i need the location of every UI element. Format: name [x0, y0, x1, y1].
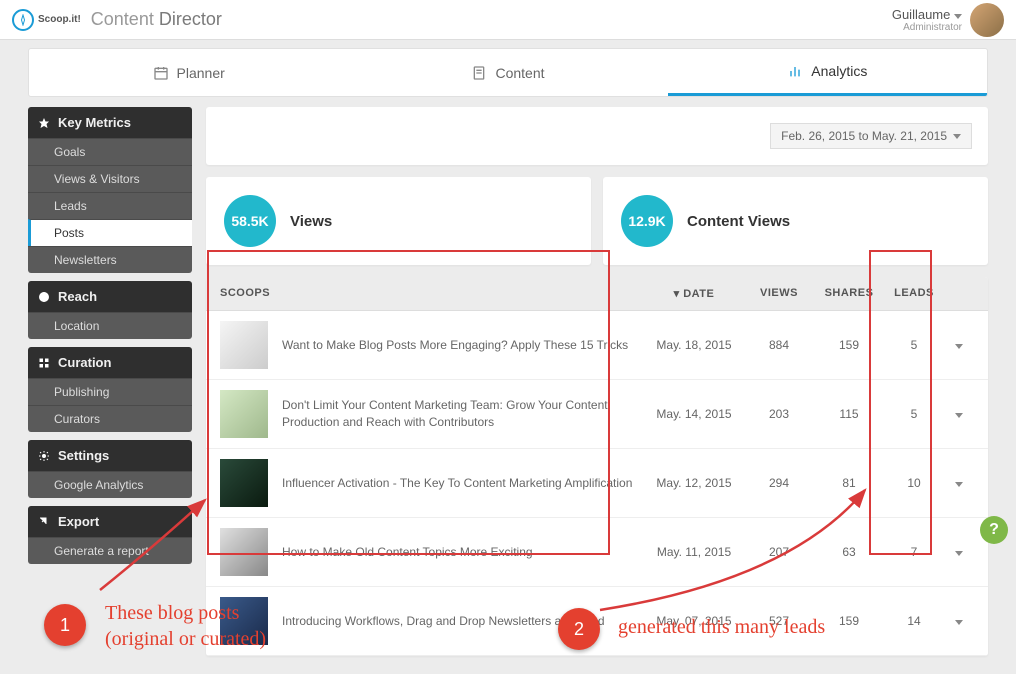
post-leads: 7: [884, 545, 944, 559]
col-date[interactable]: ▾ DATE: [644, 287, 744, 300]
post-views: 294: [744, 476, 814, 490]
post-date: May. 11, 2015: [644, 545, 744, 559]
annotation-text-1: These blog posts (original or curated): [105, 600, 266, 652]
tab-analytics[interactable]: Analytics: [668, 49, 987, 96]
gear-icon: [38, 450, 50, 462]
post-thumbnail: [220, 459, 268, 507]
post-shares: 63: [814, 545, 884, 559]
avatar[interactable]: [970, 3, 1004, 37]
date-range-card: Feb. 26, 2015 to May. 21, 2015: [206, 107, 988, 165]
sidebar-section-settings[interactable]: Settings: [28, 440, 192, 471]
post-date: May. 12, 2015: [644, 476, 744, 490]
brand-small: Scoop.it!: [38, 14, 81, 25]
help-button[interactable]: ?: [980, 516, 1008, 544]
post-thumbnail: [220, 321, 268, 369]
scoops-table: SCOOPS ▾ DATE VIEWS SHARES LEADS Want to…: [206, 277, 988, 656]
sidebar-item-generate-report[interactable]: Generate a report: [28, 537, 192, 564]
sidebar-section-key-metrics[interactable]: Key Metrics: [28, 107, 192, 138]
sidebar-section-reach[interactable]: Reach: [28, 281, 192, 312]
app-header: Scoop.it! Content Director Guillaume Adm…: [0, 0, 1016, 40]
annotation-text-2: generated this many leads: [618, 614, 825, 640]
calendar-icon: [153, 65, 169, 81]
sidebar-item-newsletters[interactable]: Newsletters: [28, 246, 192, 273]
col-leads[interactable]: LEADS: [884, 287, 944, 300]
date-range-picker[interactable]: Feb. 26, 2015 to May. 21, 2015: [770, 123, 972, 149]
sidebar-item-goals[interactable]: Goals: [28, 138, 192, 165]
expand-row[interactable]: [944, 407, 974, 421]
post-title: Don't Limit Your Content Marketing Team:…: [282, 397, 644, 431]
main-tabs: Planner Content Analytics: [28, 48, 988, 97]
expand-row[interactable]: [944, 545, 974, 559]
post-title: How to Make Old Content Topics More Exci…: [282, 544, 644, 561]
post-date: May. 18, 2015: [644, 338, 744, 352]
tab-content[interactable]: Content: [348, 49, 667, 96]
table-row[interactable]: Want to Make Blog Posts More Engaging? A…: [206, 311, 988, 380]
table-row[interactable]: Don't Limit Your Content Marketing Team:…: [206, 380, 988, 449]
stat-content-views: 12.9K Content Views: [603, 177, 988, 265]
post-views: 884: [744, 338, 814, 352]
annotation-badge-2: 2: [558, 608, 600, 650]
main-content: Feb. 26, 2015 to May. 21, 2015 58.5K Vie…: [206, 107, 988, 656]
post-thumbnail: [220, 390, 268, 438]
compass-icon: [12, 9, 34, 31]
chevron-down-icon: [954, 14, 962, 19]
logo[interactable]: Scoop.it! Content Director: [12, 9, 222, 31]
chevron-down-icon: [955, 482, 963, 487]
chart-icon: [787, 63, 803, 79]
user-menu[interactable]: Guillaume Administrator: [892, 7, 962, 33]
table-row[interactable]: How to Make Old Content Topics More Exci…: [206, 518, 988, 587]
chevron-down-icon: [955, 551, 963, 556]
sidebar-item-google-analytics[interactable]: Google Analytics: [28, 471, 192, 498]
tab-planner[interactable]: Planner: [29, 49, 348, 96]
expand-row[interactable]: [944, 338, 974, 352]
post-shares: 159: [814, 338, 884, 352]
post-views: 203: [744, 407, 814, 421]
table-row[interactable]: Influencer Activation - The Key To Conte…: [206, 449, 988, 518]
post-thumbnail: [220, 528, 268, 576]
brand-main: Content Director: [91, 9, 222, 30]
post-leads: 10: [884, 476, 944, 490]
post-title: Influencer Activation - The Key To Conte…: [282, 475, 644, 492]
chevron-down-icon: [955, 344, 963, 349]
post-title: Want to Make Blog Posts More Engaging? A…: [282, 337, 644, 354]
post-views: 207: [744, 545, 814, 559]
expand-row[interactable]: [944, 614, 974, 628]
sidebar-item-leads[interactable]: Leads: [28, 192, 192, 219]
sidebar-section-curation[interactable]: Curation: [28, 347, 192, 378]
sidebar-item-views-visitors[interactable]: Views & Visitors: [28, 165, 192, 192]
sidebar-item-posts[interactable]: Posts: [28, 219, 192, 246]
col-views[interactable]: VIEWS: [744, 287, 814, 300]
post-leads: 5: [884, 407, 944, 421]
post-date: May. 14, 2015: [644, 407, 744, 421]
expand-row[interactable]: [944, 476, 974, 490]
post-shares: 81: [814, 476, 884, 490]
stat-views: 58.5K Views: [206, 177, 591, 265]
export-icon: [38, 516, 50, 528]
chevron-down-icon: [955, 620, 963, 625]
document-icon: [471, 65, 487, 81]
sidebar-item-publishing[interactable]: Publishing: [28, 378, 192, 405]
star-icon: [38, 117, 50, 129]
col-shares[interactable]: SHARES: [814, 287, 884, 300]
col-scoops[interactable]: SCOOPS: [220, 287, 644, 300]
chevron-down-icon: [955, 413, 963, 418]
post-leads: 5: [884, 338, 944, 352]
sidebar-item-location[interactable]: Location: [28, 312, 192, 339]
annotation-badge-1: 1: [44, 604, 86, 646]
stat-content-value: 12.9K: [621, 195, 673, 247]
grid-icon: [38, 357, 50, 369]
table-header: SCOOPS ▾ DATE VIEWS SHARES LEADS: [206, 277, 988, 311]
sidebar: Key Metrics Goals Views & Visitors Leads…: [28, 107, 192, 656]
post-leads: 14: [884, 614, 944, 628]
post-shares: 115: [814, 407, 884, 421]
stat-views-label: Views: [290, 213, 332, 230]
stat-views-value: 58.5K: [224, 195, 276, 247]
globe-icon: [38, 291, 50, 303]
chevron-down-icon: [953, 134, 961, 139]
sidebar-item-curators[interactable]: Curators: [28, 405, 192, 432]
stat-content-label: Content Views: [687, 213, 790, 230]
sidebar-section-export[interactable]: Export: [28, 506, 192, 537]
